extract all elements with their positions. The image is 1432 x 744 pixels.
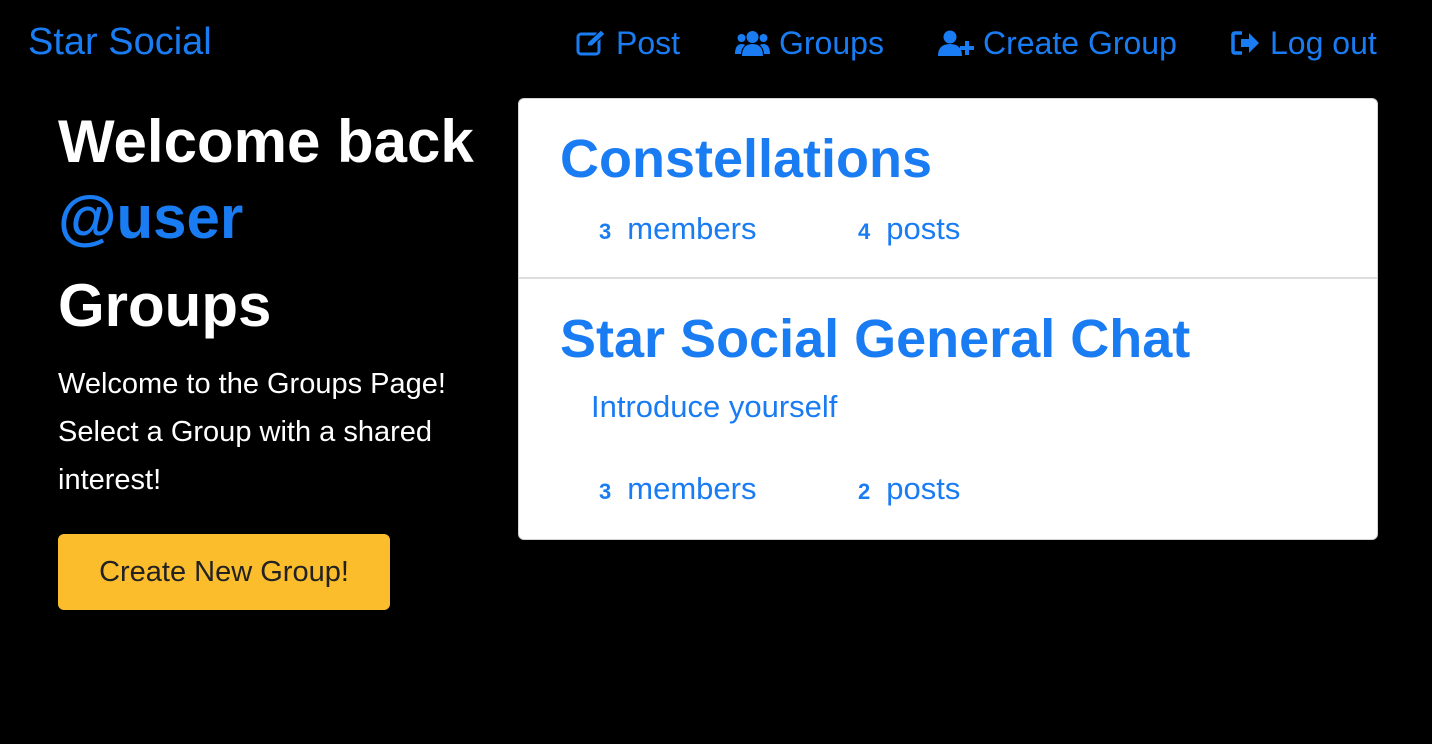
nav-create-group-link[interactable]: Create Group bbox=[938, 22, 1177, 64]
group-members-stat: 3 members bbox=[599, 471, 756, 507]
group-posts-stat: 4 posts bbox=[858, 211, 960, 247]
username: @user bbox=[58, 184, 244, 251]
user-plus-icon bbox=[938, 30, 974, 56]
members-label: members bbox=[627, 211, 757, 246]
group-posts-stat: 2 posts bbox=[858, 471, 960, 507]
welcome-text: Welcome back bbox=[58, 108, 474, 175]
nav-groups-label: Groups bbox=[779, 24, 884, 61]
nav-logout-link[interactable]: Log out bbox=[1231, 22, 1377, 64]
members-label: members bbox=[627, 471, 757, 506]
intro-text: Welcome to the Groups Page! Select a Gro… bbox=[58, 368, 446, 496]
navbar: Star Social Post Groups Create Group Log… bbox=[0, 0, 1432, 86]
sidebar: Welcome back @user Groups Welcome to the… bbox=[58, 104, 478, 504]
group-name[interactable]: Star Social General Chat bbox=[560, 308, 1190, 370]
edit-icon bbox=[576, 29, 606, 56]
group-item-general-chat[interactable]: Star Social General Chat Introduce yours… bbox=[519, 279, 1377, 539]
create-new-group-button[interactable]: Create New Group! bbox=[58, 534, 390, 610]
page-title: Groups bbox=[58, 272, 272, 339]
group-name[interactable]: Constellations bbox=[560, 128, 932, 190]
posts-label: posts bbox=[886, 211, 961, 246]
nav-create-group-label: Create Group bbox=[983, 24, 1177, 61]
group-members-stat: 3 members bbox=[599, 211, 756, 247]
group-list: Constellations 3 members 4 posts Star So… bbox=[518, 98, 1378, 540]
users-icon bbox=[735, 31, 770, 56]
nav-logout-label: Log out bbox=[1270, 24, 1377, 61]
members-count: 3 bbox=[599, 479, 612, 504]
posts-count: 2 bbox=[858, 479, 871, 504]
brand-link[interactable]: Star Social bbox=[28, 20, 212, 64]
welcome-heading: Welcome back @user bbox=[58, 104, 478, 256]
posts-count: 4 bbox=[858, 219, 871, 244]
group-description: Introduce yourself bbox=[591, 389, 838, 424]
nav-groups-link[interactable]: Groups bbox=[735, 22, 884, 64]
nav-post-label: Post bbox=[616, 24, 681, 61]
members-count: 3 bbox=[599, 219, 612, 244]
sign-out-icon bbox=[1231, 31, 1259, 55]
nav-post-link[interactable]: Post bbox=[576, 22, 680, 64]
posts-label: posts bbox=[886, 471, 961, 506]
group-item-constellations[interactable]: Constellations 3 members 4 posts bbox=[519, 99, 1377, 279]
